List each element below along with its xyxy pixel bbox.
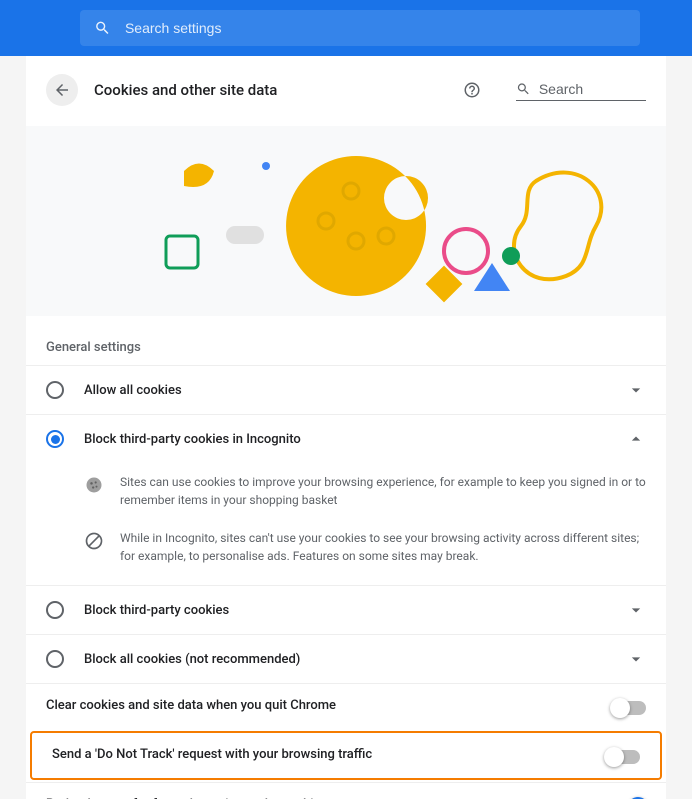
top-bar [0,0,692,56]
cookie-icon [84,475,104,495]
radio-icon [46,601,64,619]
switch[interactable] [606,750,640,764]
settings-panel: Cookies and other site data [26,56,666,799]
content-area: Cookies and other site data [0,56,692,799]
chevron-down-icon [626,380,646,400]
page-title: Cookies and other site data [94,81,446,99]
hero-illustration [26,126,666,316]
cookies-illustration [26,126,666,316]
option-label: Allow all cookies [84,383,606,398]
detail-text: Sites can use cookies to improve your br… [120,473,646,509]
block-icon [84,531,104,551]
radio-icon [46,650,64,668]
toggle-do-not-track[interactable]: Send a 'Do Not Track' request with your … [32,733,660,778]
option-label: Block third-party cookies in Incognito [84,432,606,447]
toggle-title: Send a 'Do Not Track' request with your … [52,747,586,762]
chevron-down-icon [626,649,646,669]
help-button[interactable] [462,80,482,100]
highlight-do-not-track: Send a 'Do Not Track' request with your … [30,731,662,780]
option-block-all[interactable]: Block all cookies (not recommended) [26,634,666,683]
radio-icon [46,381,64,399]
option-label: Block all cookies (not recommended) [84,652,606,667]
option-detail: Sites can use cookies to improve your br… [26,463,666,585]
local-search-input[interactable] [539,81,646,97]
detail-block: While in Incognito, sites can't use your… [84,519,646,575]
detail-text: While in Incognito, sites can't use your… [120,529,646,565]
option-block-third-party[interactable]: Block third-party cookies [26,585,666,634]
global-search-input[interactable] [125,20,626,36]
toggle-title: Clear cookies and site data when you qui… [46,698,592,713]
help-icon [463,81,481,99]
arrow-left-icon [53,81,71,99]
local-search[interactable] [516,80,646,101]
global-search-bar[interactable] [80,10,640,46]
option-block-incognito[interactable]: Block third-party cookies in Incognito [26,414,666,463]
option-allow-all[interactable]: Allow all cookies [26,365,666,414]
search-icon [516,80,531,98]
radio-icon [46,430,64,448]
switch[interactable] [612,701,646,715]
page-header: Cookies and other site data [26,64,666,112]
search-icon [94,19,111,37]
toggle-preload-pages[interactable]: Preload pages for faster browsing and se… [26,782,666,799]
chevron-down-icon [626,600,646,620]
chevron-up-icon [626,429,646,449]
toggle-clear-on-exit[interactable]: Clear cookies and site data when you qui… [26,683,666,729]
section-label-general: General settings [26,316,666,365]
back-button[interactable] [46,74,78,106]
detail-cookie: Sites can use cookies to improve your br… [84,463,646,519]
option-label: Block third-party cookies [84,603,606,618]
